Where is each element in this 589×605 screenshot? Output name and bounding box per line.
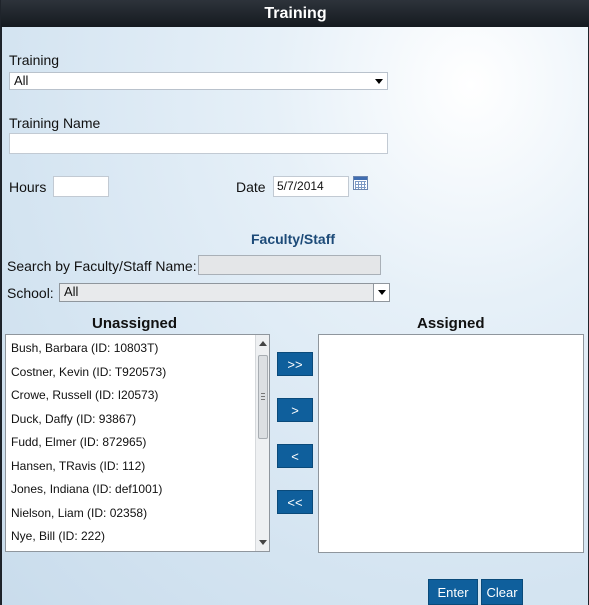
list-item[interactable]: Bush, Barbara (ID: 10803T) (6, 337, 269, 361)
chevron-down-icon (378, 290, 386, 295)
scroll-up-icon[interactable] (259, 341, 267, 346)
window-title: Training (1, 0, 589, 27)
move-right-button[interactable]: > (277, 398, 313, 422)
list-item[interactable]: Nielson, Liam (ID: 02358) (6, 502, 269, 526)
calendar-icon[interactable] (353, 176, 368, 190)
list-item[interactable]: Hansen, TRavis (ID: 112) (6, 455, 269, 479)
list-item[interactable]: Fudd, Elmer (ID: 872965) (6, 431, 269, 455)
calendar-icon-grid (355, 181, 366, 189)
unassigned-heading: Unassigned (92, 315, 178, 332)
assigned-list[interactable] (318, 334, 584, 553)
school-select-dropdown[interactable] (373, 284, 389, 301)
unassigned-items: Bush, Barbara (ID: 10803T) Costner, Kevin… (6, 335, 269, 549)
school-label: School: (7, 285, 54, 301)
chevron-down-icon (375, 79, 383, 84)
list-item[interactable]: Costner, Kevin (ID: T920573) (6, 361, 269, 385)
assigned-heading: Assigned (417, 315, 485, 332)
hours-input[interactable] (53, 176, 109, 197)
list-item[interactable]: Crowe, Russell (ID: I20573) (6, 384, 269, 408)
hours-label: Hours (9, 179, 47, 195)
enter-button[interactable]: Enter (428, 579, 478, 605)
school-select[interactable]: All (59, 283, 390, 302)
unassigned-scrollbar[interactable] (255, 335, 269, 551)
training-name-label: Training Name (9, 115, 101, 131)
scroll-down-icon[interactable] (259, 540, 267, 545)
training-window: Training Training All Training Name Hour… (0, 0, 589, 605)
date-input[interactable]: 5/7/2014 (273, 176, 349, 197)
grip-icon (261, 393, 265, 400)
training-select[interactable]: All (9, 72, 388, 90)
list-item[interactable]: Nye, Bill (ID: 222) (6, 525, 269, 549)
training-label: Training (9, 52, 60, 68)
training-name-input[interactable] (9, 133, 388, 154)
school-select-value: All (64, 284, 79, 299)
list-item[interactable]: Duck, Daffy (ID: 93867) (6, 408, 269, 432)
date-label: Date (236, 179, 266, 195)
search-faculty-input[interactable] (198, 255, 381, 275)
form-content: Training All Training Name Hours Date 5/… (2, 27, 588, 605)
unassigned-list[interactable]: Bush, Barbara (ID: 10803T) Costner, Kevin… (5, 334, 270, 552)
calendar-icon-header (354, 177, 367, 180)
scroll-thumb[interactable] (258, 355, 268, 439)
training-select-value: All (14, 73, 29, 88)
search-faculty-label: Search by Faculty/Staff Name: (7, 258, 197, 274)
move-left-button[interactable]: < (277, 444, 313, 468)
list-item[interactable]: Jones, Indiana (ID: def1001) (6, 478, 269, 502)
faculty-staff-title: Faculty/Staff (251, 231, 336, 247)
move-all-left-button[interactable]: << (277, 490, 313, 514)
clear-button[interactable]: Clear (481, 579, 523, 605)
move-all-right-button[interactable]: >> (277, 352, 313, 376)
